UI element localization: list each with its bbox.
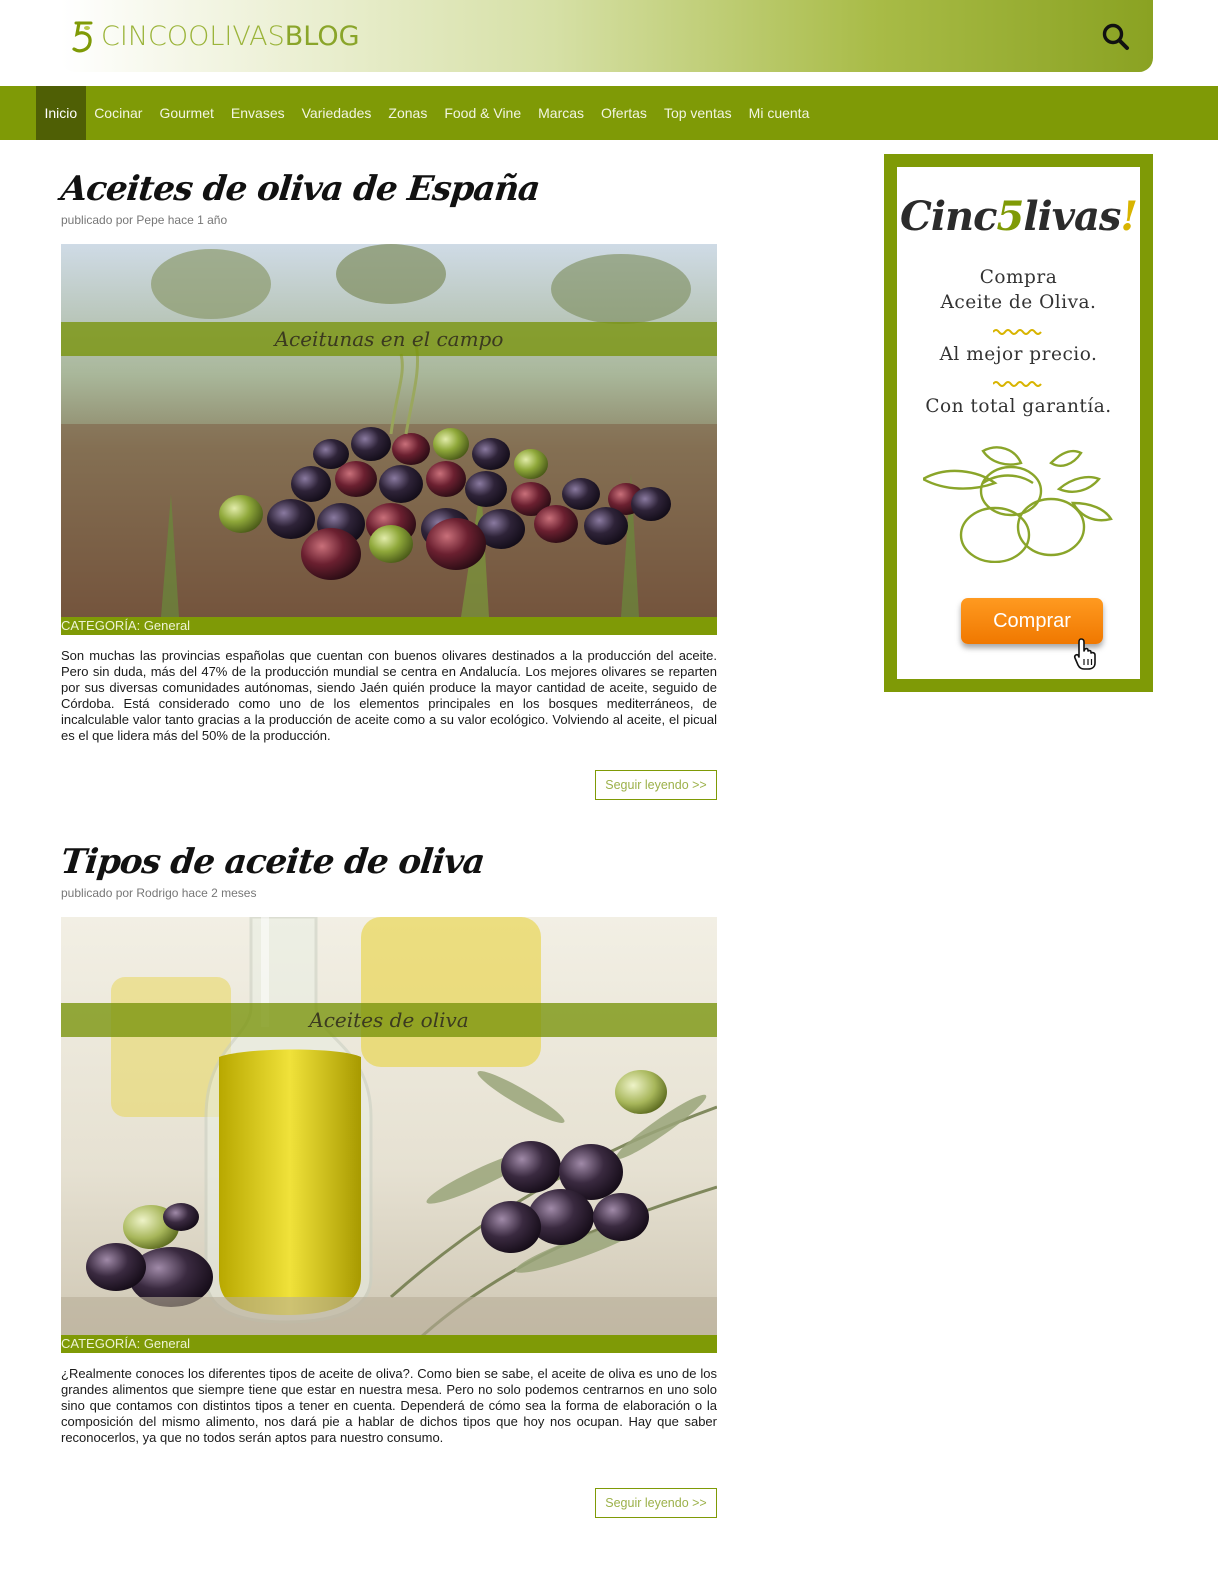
sidebar-ad[interactable]: Cinc5livas! Compra Aceite de Oliva. Al m… [884, 154, 1153, 692]
post-image[interactable]: Aceites de oliva [61, 917, 717, 1336]
post-excerpt: Son muchas las provincias españolas que … [61, 648, 717, 744]
image-caption: Aceitunas en el campo [61, 322, 717, 357]
ad-panel: Cinc5livas! Compra Aceite de Oliva. Al m… [897, 167, 1140, 679]
logo-text: CINCOOLIVASBLOG [101, 20, 360, 52]
post-category[interactable]: CATEGORÍA: General [61, 617, 717, 636]
read-more-button[interactable]: Seguir leyendo >> [595, 1488, 717, 1518]
olive-five-logo-icon [72, 21, 93, 53]
ad-brand: Cinc5livas! [900, 193, 1138, 240]
nav-item-ofertas[interactable]: Ofertas [593, 86, 656, 140]
hand-cursor-icon [1073, 638, 1096, 670]
olives-illustration-icon [923, 446, 1113, 563]
ad-line-4: Con total garantía. [925, 396, 1112, 417]
nav-list: Inicio Cocinar Gourmet Envases Variedades Zon… [36, 86, 818, 140]
post-meta: publicado por Rodrigo hace 2 meses [61, 886, 257, 901]
nav-item-mi-cuenta[interactable]: Mi cuenta [740, 86, 818, 140]
site-logo[interactable]: CINCOOLIVASBLOG [69, 16, 360, 56]
site-header: CINCOOLIVASBLOG [61, 0, 1153, 72]
ad-line-1: Compra [979, 267, 1058, 288]
post-excerpt: ¿Realmente conoces los diferentes tipos … [61, 1366, 717, 1446]
post-title[interactable]: Tipos de aceite de oliva [59, 842, 719, 882]
post-title[interactable]: Aceites de oliva de España [59, 169, 719, 209]
post-card: Aceites de oliva de España publicado por… [59, 169, 719, 800]
olives-field-photo [61, 244, 717, 618]
nav-item-marcas[interactable]: Marcas [530, 86, 593, 140]
ad-line-2: Aceite de Oliva. [940, 292, 1097, 313]
main-nav: Inicio Cocinar Gourmet Envases Variedades Zon… [0, 86, 1218, 140]
nav-item-variedades[interactable]: Variedades [293, 86, 380, 140]
read-more-button[interactable]: Seguir leyendo >> [595, 770, 717, 800]
wave-divider-icon [993, 329, 1042, 335]
post-category[interactable]: CATEGORÍA: General [61, 1335, 717, 1354]
post-image[interactable]: Aceitunas en el campo [61, 244, 717, 618]
post-meta: publicado por Pepe hace 1 año [61, 213, 228, 228]
nav-item-gourmet[interactable]: Gourmet [151, 86, 222, 140]
nav-item-envases[interactable]: Envases [222, 86, 293, 140]
ad-line-3: Al mejor precio. [939, 344, 1098, 365]
nav-item-inicio[interactable]: Inicio [36, 86, 86, 140]
post-card: Tipos de aceite de oliva publicado por R… [59, 842, 719, 1518]
nav-item-food-vine[interactable]: Food & Vine [436, 86, 530, 140]
image-caption: Aceites de oliva [61, 1003, 717, 1038]
olive-oil-bottle-photo [61, 917, 717, 1336]
search-icon[interactable] [1101, 22, 1131, 52]
wave-divider-icon [993, 381, 1042, 387]
nav-item-top-ventas[interactable]: Top ventas [655, 86, 740, 140]
nav-item-cocinar[interactable]: Cocinar [86, 86, 151, 140]
nav-item-zonas[interactable]: Zonas [380, 86, 436, 140]
